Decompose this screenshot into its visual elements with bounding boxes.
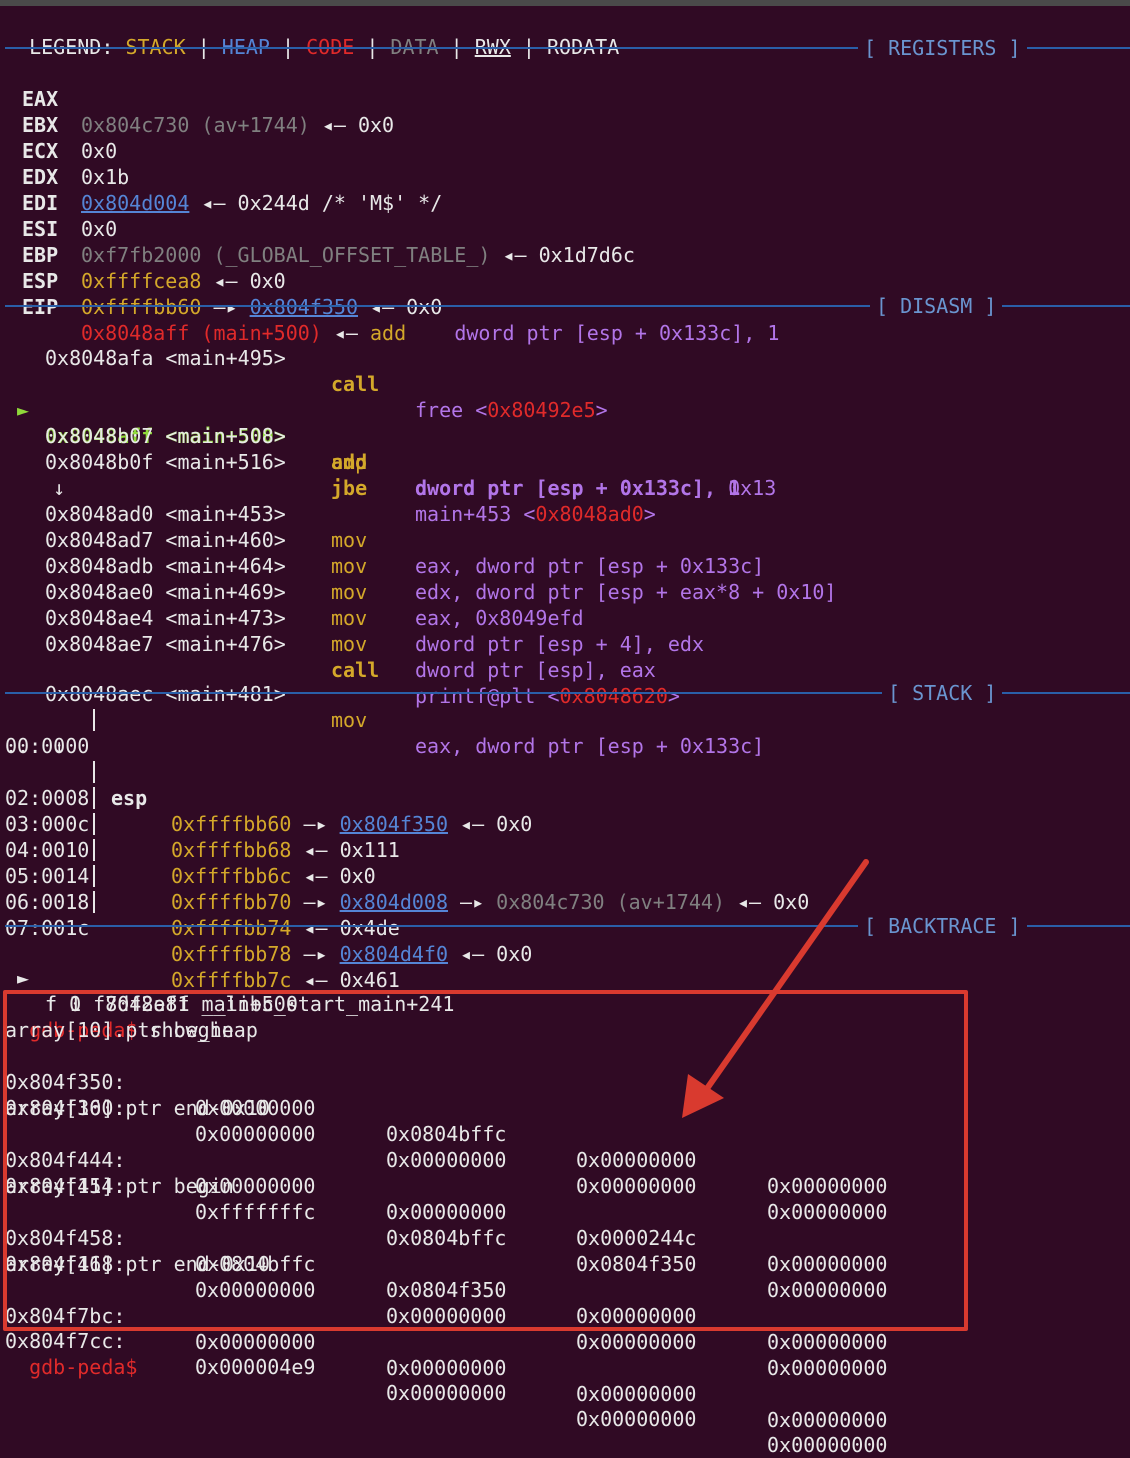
heap-word: 0x00000000 [576,1407,697,1431]
heap-word: 0x00000000 [386,1381,507,1405]
annotation-arrow-icon [682,859,869,1118]
heap-word: 0x00000000 [576,1382,697,1406]
gdb-prompt: gdb-peda$ [29,1355,138,1379]
heap-word: 0x00000000 [767,1433,888,1457]
heap-word: 0x00000000 [386,1356,507,1380]
heap-word: 0x00000000 [767,1356,888,1380]
heap-word: 0x00000000 [767,1408,888,1432]
